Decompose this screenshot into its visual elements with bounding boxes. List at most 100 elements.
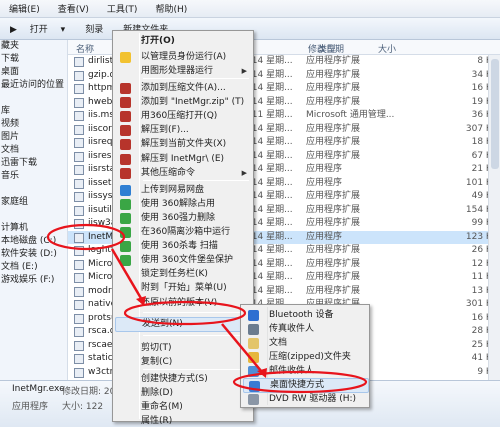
nav-item[interactable]: 图片 [0,131,67,144]
context-menu-item[interactable]: 附到「开始」菜单(U) [115,281,251,296]
send-to-item[interactable]: 压缩(zipped)文件夹 [243,350,369,365]
zip-folder-icon [248,352,259,363]
send-to-item[interactable]: DVD RW 驱动器 (H:) [243,392,369,407]
context-menu-item[interactable]: 以管理员身份运行(A) [115,50,251,65]
context-menu-label: 附到「开始」菜单(U) [141,283,227,293]
nav-item[interactable]: 最近访问的位置 [0,79,67,92]
context-menu-item[interactable]: 其他压缩命令 ▶ [115,166,251,181]
context-menu-item[interactable]: 解压到当前文件夹(X) [115,137,251,152]
nav-item[interactable]: 藏夹 [0,40,67,53]
menu-tools[interactable]: 工具(T) [98,2,147,15]
context-menu-label: 在360隔离沙箱中运行 [141,227,231,237]
file-icon [74,340,84,351]
file-type: 应用程序扩展 [306,83,361,93]
context-menu-item[interactable]: 剪切(T) [115,341,251,356]
file-type: 应用程序扩展 [306,123,361,134]
burn-button[interactable]: 刻录 [75,22,113,35]
send-to-label: 邮件收件人 [269,366,315,376]
file-type: 应用程序扩展 [306,191,361,201]
nav-item[interactable]: 视频 [0,118,67,131]
context-menu-item[interactable]: 使用 360文件堡垒保护 [115,253,251,268]
archive-icon [120,154,131,165]
context-menu-label: 重命名(M) [141,402,183,412]
send-to-label: 传真收件人 [269,324,315,334]
context-menu-item[interactable]: 使用 360解除占用 [115,197,251,212]
context-menu-item[interactable]: 复制(C) [115,355,251,370]
send-to-item[interactable]: 桌面快捷方式 [243,378,369,393]
send-to-item[interactable]: Bluetooth 设备 [243,308,369,323]
send-to-item[interactable]: 文档 [243,336,369,351]
send-to-label: 压缩(zipped)文件夹 [269,352,351,362]
context-menu-item[interactable]: 还原以前的版本(V) [115,296,251,311]
context-menu-item[interactable]: 锁定到任务栏(K) [115,267,251,282]
context-menu-item[interactable]: 发送到(N)▶ [115,317,251,332]
360-icon [120,255,131,266]
file-icon [74,219,84,229]
nav-item[interactable]: 下载 [0,53,67,66]
nav-item[interactable]: 音乐 [0,170,67,183]
context-menu-item[interactable]: 创建快捷方式(S) [115,372,251,387]
file-icon [74,165,84,175]
column-size[interactable]: 大小 [378,42,396,55]
context-menu-item[interactable]: 解压到(F)... [115,123,251,138]
file-icon [74,327,84,337]
context-menu-label: 上传到网易网盘 [141,185,205,195]
file-icon [74,367,84,378]
context-menu-item[interactable]: 添加到压缩文件(A)... [115,81,251,96]
context-menu-label: 解压到(F)... [141,125,189,135]
context-menu-item[interactable]: 使用 360杀毒 扫描 [115,239,251,254]
nav-item[interactable]: 本地磁盘 (C:) [0,235,67,248]
details-size: 大小: 122 [62,402,104,412]
context-menu: 打开(O) 以管理员身份运行(A) 用图形处理器运行 ▶ 添加到压缩文件(A)... 添加… [112,30,254,426]
open-button[interactable]: ▶ 打开 ▾ [0,22,75,35]
file-icon [74,57,84,67]
nav-item[interactable]: 库 [0,105,67,118]
context-menu-label: 其他压缩命令 [141,168,196,178]
nav-item[interactable]: 家庭组 [0,196,67,209]
context-menu-item[interactable]: 解压到 InetMgr\ (E) [115,152,251,167]
menu-help[interactable]: 帮助(H) [146,2,196,15]
context-menu-item[interactable]: 属性(R) [115,414,251,427]
file-icon [74,286,84,297]
send-to-item[interactable]: 传真收件人 [243,322,369,337]
nav-item[interactable]: 文档 (E:) [0,261,67,274]
nav-item[interactable]: 桌面 [0,66,67,79]
menu-view[interactable]: 查看(V) [49,2,98,15]
context-menu-item[interactable]: 用图形处理器运行 ▶ [115,64,251,79]
menu-edit[interactable]: 编辑(E) [0,2,49,15]
360-icon [120,241,131,252]
context-menu-label: 使用 360解除占用 [141,199,216,209]
context-menu-label: 属性(R) [141,416,173,426]
context-menu-label: 解压到当前文件夹(X) [141,139,227,149]
context-menu-label: 还原以前的版本(V) [141,298,218,308]
context-menu-item[interactable]: 在360隔离沙箱中运行 [115,225,251,240]
context-menu-item[interactable]: 使用 360强力删除 [115,211,251,226]
file-icon [74,232,84,243]
archive-icon [120,97,131,108]
nav-item[interactable]: 文档 [0,144,67,157]
context-menu-label: 创建快捷方式(S) [141,374,208,384]
nav-item[interactable]: 游戏娱乐 (F:) [0,274,67,287]
file-type: 应用程序 [306,177,343,188]
file-type: 应用程序扩展 [306,96,361,107]
nav-item[interactable]: 迅雷下载 [0,157,67,170]
context-menu-label: 以管理员身份运行(A) [141,52,227,62]
nav-item[interactable]: 软件安装 (D:) [0,248,67,261]
column-type[interactable]: 类型 [318,42,336,55]
file-icon [74,205,84,216]
360-icon [120,227,131,238]
file-icon [74,111,84,121]
context-menu-item[interactable]: 添加到 "InetMgr.zip" (T) [115,95,251,110]
context-menu-item[interactable]: 删除(D) [115,386,251,401]
send-to-item[interactable]: 邮件收件人 [243,364,369,379]
column-name[interactable]: 名称 [76,42,94,55]
context-menu-item[interactable]: 打开(O) [115,34,251,49]
nav-item [0,92,67,105]
vertical-scrollbar[interactable] [488,55,500,380]
context-menu-item[interactable]: 上传到网易网盘 [115,183,251,198]
context-menu-label: 使用 360文件堡垒保护 [141,255,234,265]
nav-item[interactable]: 计算机 [0,222,67,235]
context-menu-item[interactable]: 重命名(M) [115,400,251,415]
scrollbar-thumb[interactable] [491,59,499,169]
context-menu-item[interactable]: 用360压缩打开(Q) [115,109,251,124]
